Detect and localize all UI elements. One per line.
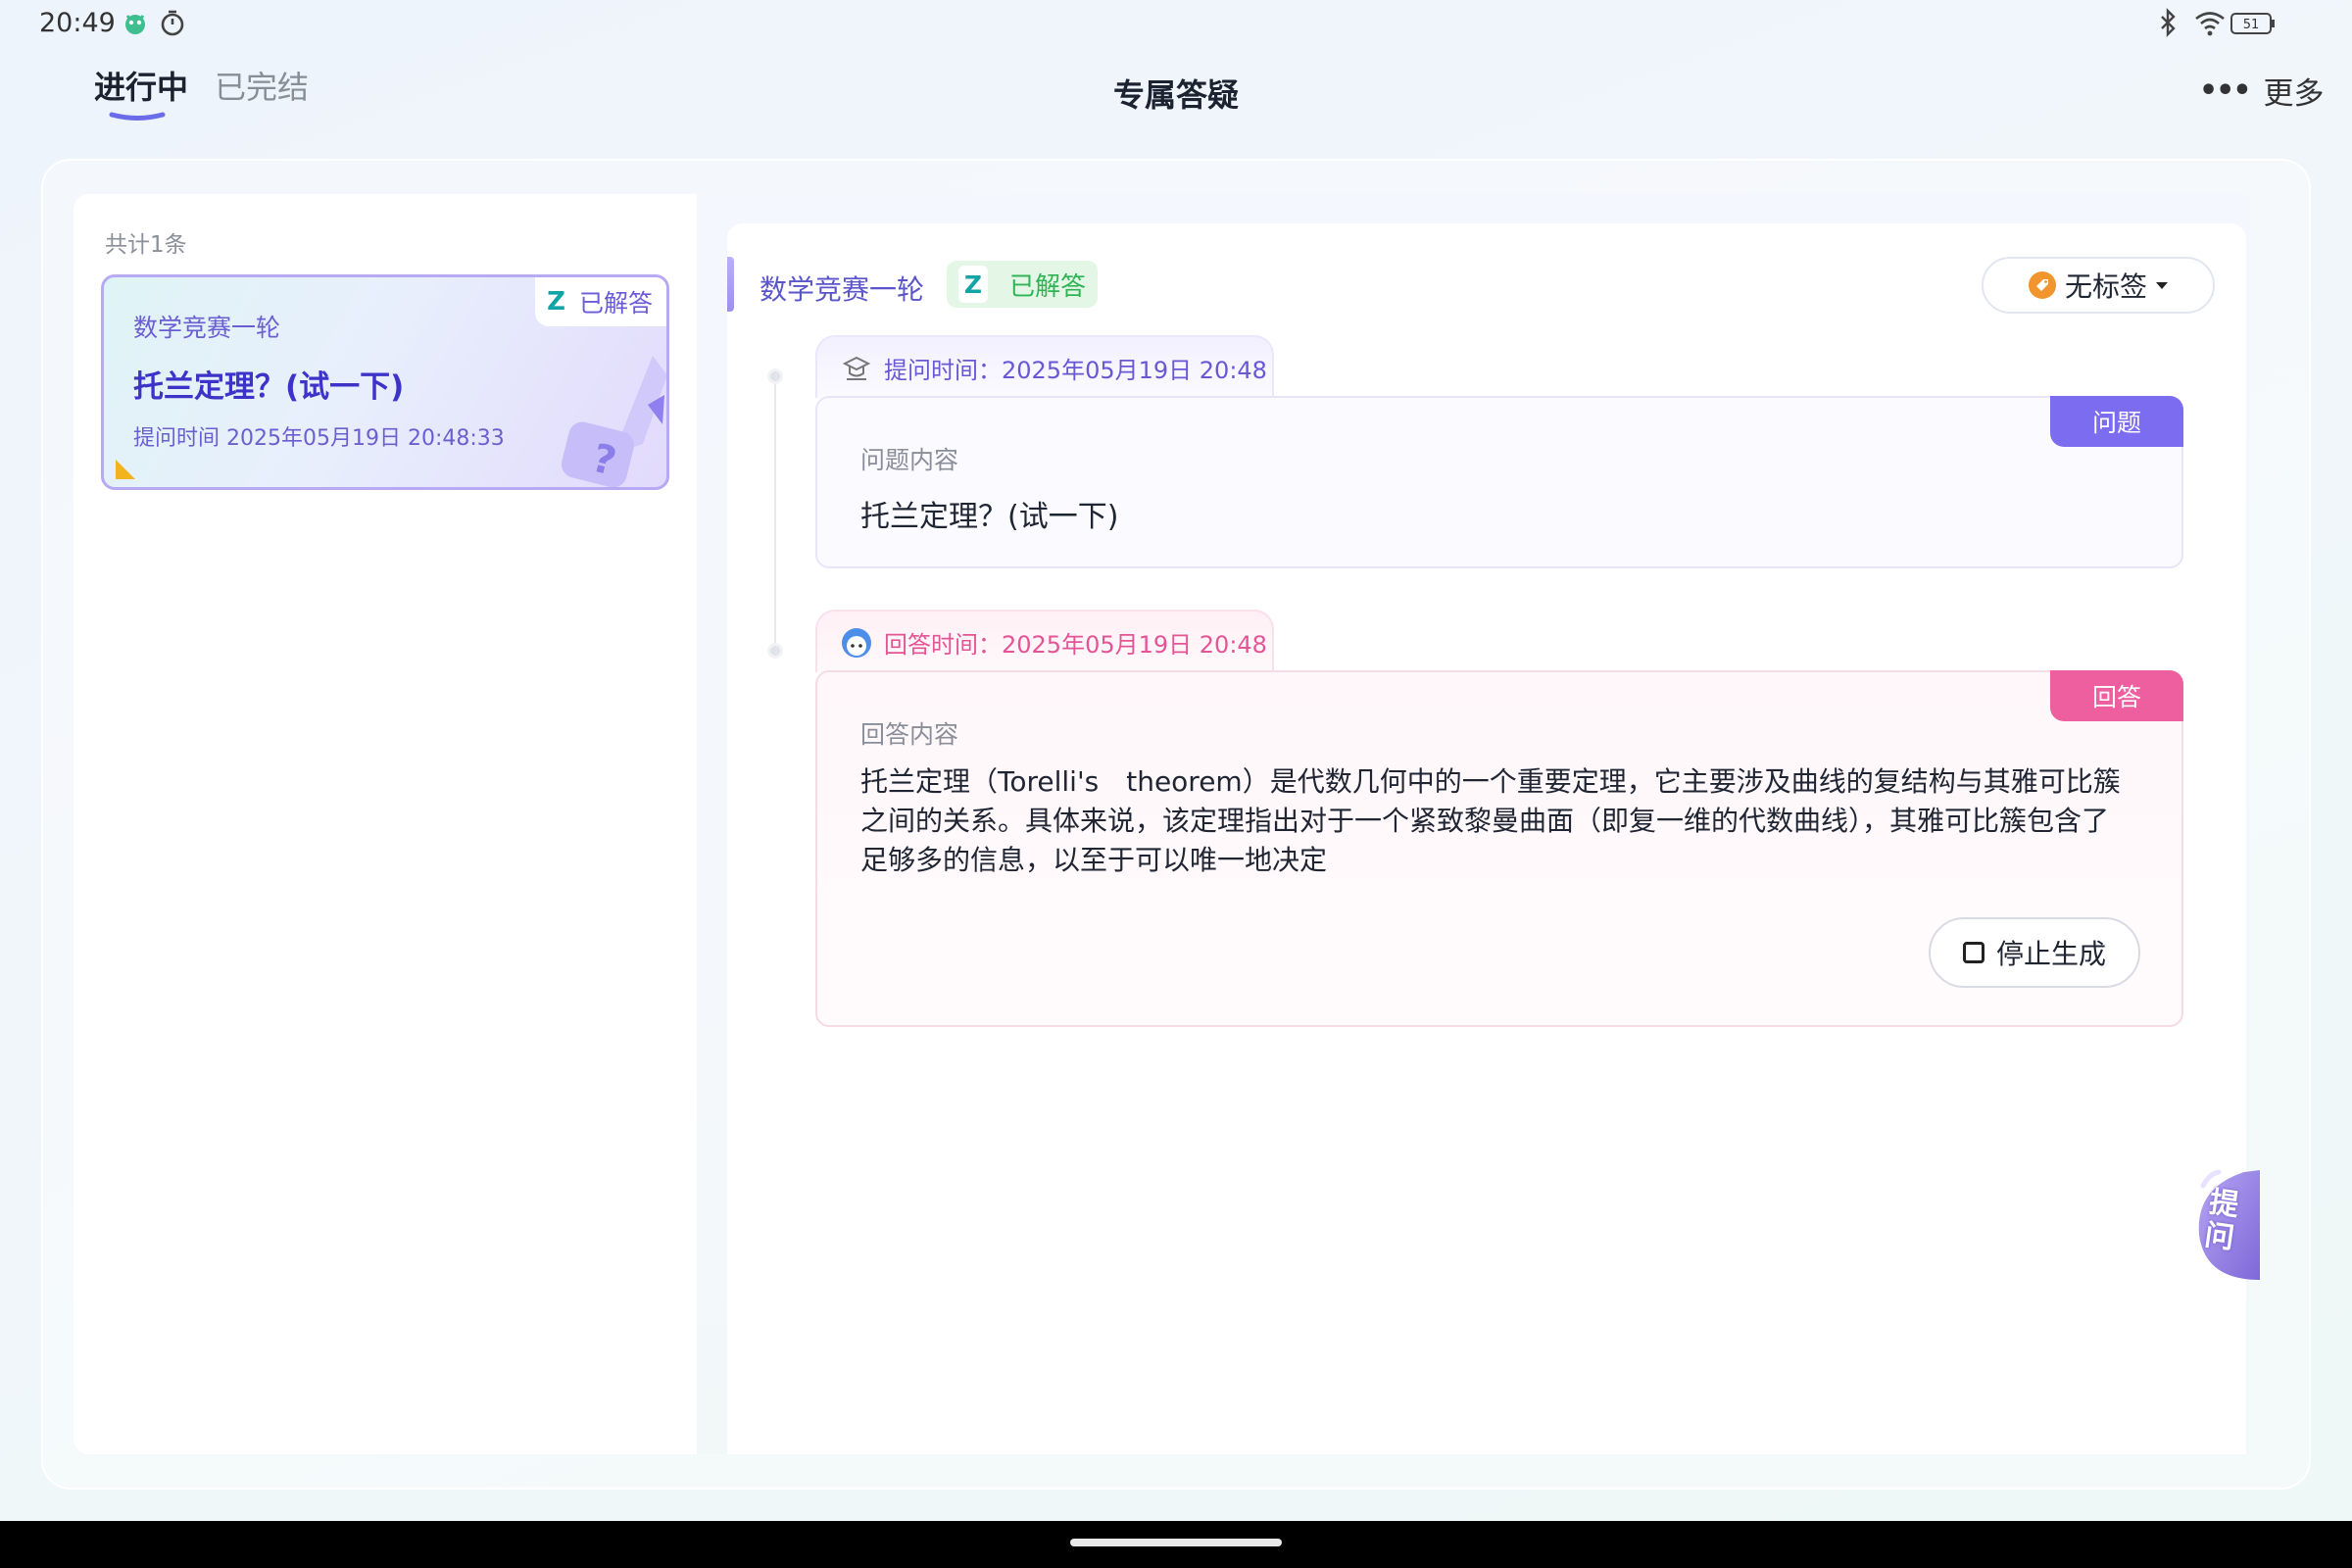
status-bar: 20:49 51	[0, 0, 2352, 49]
question-flag: 问题	[2050, 396, 2183, 447]
teacher-avatar-icon	[842, 628, 871, 658]
detail-status-badge: Z 已解答	[947, 261, 1099, 308]
solved-z-icon: Z	[958, 266, 988, 303]
question-content: 托兰定理？(试一下)	[860, 500, 1119, 534]
timeline-dot	[767, 368, 783, 384]
student-avatar-icon	[842, 356, 871, 380]
more-button[interactable]: ••• 更多	[2199, 71, 2325, 112]
stop-generation-label: 停止生成	[1995, 938, 2106, 970]
question-card: 问题 问题内容 托兰定理？(试一下)	[815, 396, 2183, 568]
more-dots-icon: •••	[2199, 73, 2252, 108]
subject-accent-bar	[727, 257, 734, 312]
list-item-subject: 数学竞赛一轮	[133, 314, 281, 342]
question-time-tab: 提问时间：2025年05月19日 20:48	[815, 335, 1274, 398]
answer-time-tab: 回答时间：2025年05月19日 20:48	[815, 610, 1274, 672]
tag-icon	[2028, 271, 2056, 299]
corner-marker-icon	[116, 460, 135, 479]
answer-flag: 回答	[2050, 670, 2183, 721]
wifi-icon	[2195, 12, 2225, 36]
tag-dropdown[interactable]: 无标签	[1982, 257, 2215, 314]
list-item-time: 提问时间 2025年05月19日 20:48:33	[133, 426, 505, 451]
question-time: 提问时间：2025年05月19日 20:48	[884, 356, 1267, 384]
page-title: 专属答疑	[1112, 76, 1239, 114]
answer-card: 回答 回答内容 托兰定理（Torelli's theorem）是代数几何中的一个…	[815, 670, 2183, 1027]
solved-z-icon: Z	[547, 287, 565, 317]
detail-status-label: 已解答	[1009, 271, 1087, 302]
battery-icon: 51	[2230, 13, 2275, 34]
list-count: 共计1条	[105, 232, 187, 258]
tag-label: 无标签	[2064, 270, 2147, 303]
answer-content-label: 回答内容	[860, 720, 959, 749]
answer-content: 托兰定理（Torelli's theorem）是代数几何中的一个重要定理，它主要…	[860, 765, 2121, 876]
home-gesture-handle[interactable]	[1070, 1539, 1282, 1546]
svg-text:51: 51	[2243, 18, 2260, 32]
question-content-label: 问题内容	[860, 446, 959, 474]
status-time: 20:49	[39, 8, 116, 38]
status-badge: Z 已解答	[535, 277, 666, 326]
status-label: 已解答	[578, 289, 653, 318]
list-item-title: 托兰定理？(试一下)	[133, 369, 405, 405]
timeline-dot	[767, 643, 783, 659]
more-label: 更多	[2263, 75, 2325, 112]
app-notification-icon	[125, 15, 145, 34]
timeline-line	[774, 376, 776, 651]
question-mark-decoration-icon: ?	[561, 356, 666, 487]
stop-icon	[1962, 942, 1984, 963]
answer-time: 回答时间：2025年05月19日 20:48	[884, 630, 1267, 659]
stop-generation-button[interactable]: 停止生成	[1929, 917, 2140, 988]
list-item[interactable]: Z 已解答 数学竞赛一轮 托兰定理？(试一下) 提问时间 2025年05月19日…	[101, 274, 669, 490]
detail-subject: 数学竞赛一轮	[760, 273, 925, 306]
caret-down-icon	[2156, 282, 2168, 289]
stopwatch-icon	[161, 10, 184, 36]
bluetooth-icon	[2161, 8, 2176, 37]
